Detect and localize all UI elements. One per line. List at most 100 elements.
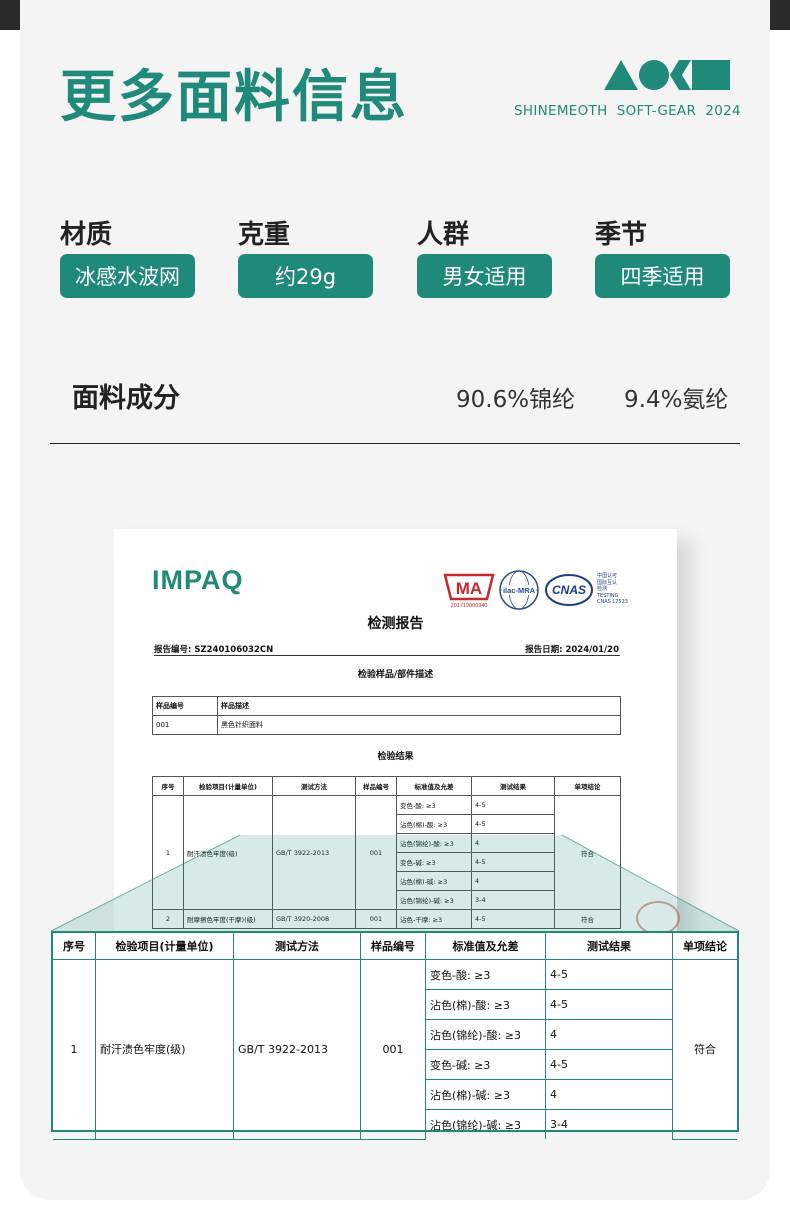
- row1-result: 3-4: [471, 890, 555, 910]
- ilac-mra-seal-icon: ilac-MRA: [499, 570, 539, 610]
- row1-no: 1: [152, 795, 184, 910]
- row1-method: GB/T 3922-2013: [272, 795, 356, 910]
- row2-item: 耐摩擦色牢度(干摩)(级): [183, 909, 273, 929]
- sample-id: 001: [152, 715, 218, 735]
- attr-label-material: 材质: [60, 220, 113, 250]
- zoom-row1-result: 4: [545, 1019, 673, 1050]
- report-date: 报告日期: 2024/01/20: [525, 645, 619, 655]
- row1-standard: 沾色(锦纶)-酸: ≥3: [396, 833, 472, 853]
- cma-mark-text: MA: [456, 579, 482, 598]
- zoomed-table: 序号 检验项目(计量单位) 测试方法 样品编号 标准值及允差 测试结果 单项结论…: [53, 933, 737, 1140]
- zoom-col-conclusion: 单项结论: [672, 933, 737, 960]
- test-report-document: IMPAQ MA 201719000940 ilac-MRA CNAS 中国认可…: [114, 529, 680, 939]
- red-stamp-icon: [636, 901, 680, 935]
- row2-standard: 沾色-干摩: ≥3: [396, 909, 472, 929]
- row1-standard: 沾色(棉)-酸: ≥3: [396, 814, 472, 834]
- composition-nylon: 90.6%锦纶: [456, 387, 576, 413]
- composition-spandex: 9.4%氨纶: [624, 387, 729, 413]
- sample-header-id: 样品编号: [152, 696, 218, 716]
- zoom-row1-result: 3-4: [545, 1109, 673, 1139]
- cnas-caption: 中国认可 国际互认 检测 TESTING CNAS L7523: [597, 573, 628, 606]
- zoom-col-method: 测试方法: [233, 933, 361, 960]
- zoom-row1-sample: 001: [360, 959, 426, 1140]
- zoom-col-sample: 样品编号: [360, 933, 426, 960]
- row2-no: 2: [152, 909, 184, 929]
- zoom-row1-result: 4-5: [545, 959, 673, 990]
- zoom-col-no: 序号: [53, 933, 96, 960]
- sample-desc: 黑色针织面料: [217, 715, 621, 735]
- cnas-caption-line: CNAS L7523: [597, 599, 628, 605]
- cma-number: 201719000940: [451, 603, 488, 609]
- attr-value-audience: 男女适用: [417, 254, 552, 298]
- cnas-seal-icon: CNAS: [545, 574, 593, 606]
- report-number: 报告编号: SZ240106032CN: [154, 645, 274, 655]
- attr-label-weight: 克重: [238, 220, 291, 250]
- col-sample: 样品编号: [355, 776, 397, 796]
- composition-label: 面料成分: [72, 383, 180, 414]
- zoom-row1-method: GB/T 3922-2013: [233, 959, 361, 1140]
- attr-label-season: 季节: [595, 220, 648, 250]
- col-method: 测试方法: [272, 776, 356, 796]
- sample-section-title: 检验样品/部件描述: [357, 670, 434, 680]
- row1-standard: 变色-碱: ≥3: [396, 852, 472, 872]
- zoomed-result-table: 序号 检验项目(计量单位) 测试方法 样品编号 标准值及允差 测试结果 单项结论…: [51, 931, 739, 1140]
- zoom-row1-result: 4-5: [545, 1049, 673, 1080]
- zoom-row1-no: 1: [53, 959, 96, 1140]
- report-title: 检测报告: [367, 616, 424, 632]
- col-conclusion: 单项结论: [554, 776, 621, 796]
- row1-conclusion: 符合: [554, 795, 621, 910]
- row1-result: 4: [471, 871, 555, 891]
- zoom-row1-standard: 沾色(锦纶)-碱: ≥3: [425, 1109, 546, 1139]
- zoom-row1-standard: 沾色(棉)-碱: ≥3: [425, 1079, 546, 1110]
- triangle-shape: [604, 60, 638, 90]
- row1-result: 4: [471, 833, 555, 853]
- attr-value-material: 冰感水波网: [60, 254, 195, 298]
- row1-result: 4-5: [471, 852, 555, 872]
- zoom-row1-standard: 变色-酸: ≥3: [425, 959, 546, 990]
- square-shape: [692, 60, 730, 90]
- row1-sample: 001: [355, 795, 397, 910]
- row1-standard: 变色-酸: ≥3: [396, 795, 472, 815]
- zoom-col-standard: 标准值及允差: [425, 933, 546, 960]
- row1-standard: 沾色(锦纶)-碱: ≥3: [396, 890, 472, 910]
- zoom-row1-result: 4: [545, 1079, 673, 1110]
- row1-item: 耐汗渍色牢度(级): [183, 795, 273, 910]
- sample-header-desc: 样品描述: [217, 696, 621, 716]
- result-table-small: 序号 检验项目(计量单位) 测试方法 样品编号 标准值及允差 测试结果 单项结论…: [152, 776, 621, 929]
- circle-shape: [639, 60, 669, 90]
- hexagon-shape: [670, 60, 691, 90]
- col-item: 检验项目(计量单位): [183, 776, 273, 796]
- zoom-col-item: 检验项目(计量单位): [95, 933, 234, 960]
- zoom-row1-item: 耐汗渍色牢度(级): [95, 959, 234, 1140]
- zoom-row1-standard: 沾色(锦纶)-酸: ≥3: [425, 1019, 546, 1050]
- row1-standard: 沾色(棉)-碱: ≥3: [396, 871, 472, 891]
- brand-name: SHINEMEOTH: [514, 103, 608, 119]
- row2-sample: 001: [355, 909, 397, 929]
- row2-result: 4-5: [471, 909, 555, 929]
- row2-method: GB/T 3920-2008: [272, 909, 356, 929]
- row1-result: 4-5: [471, 795, 555, 815]
- row1-result: 4-5: [471, 814, 555, 834]
- col-standard: 标准值及允差: [396, 776, 472, 796]
- col-result: 测试结果: [471, 776, 555, 796]
- zoom-col-result: 测试结果: [545, 933, 673, 960]
- ilac-mark-text: ilac-MRA: [503, 586, 536, 595]
- report-header-rule: [154, 655, 620, 656]
- brand-sub: SOFT-GEAR: [616, 103, 697, 119]
- zoom-row1-result: 4-5: [545, 989, 673, 1020]
- result-section-title: 检验结果: [377, 752, 414, 762]
- impaq-logo: IMPAQ: [152, 565, 244, 595]
- attr-value-season: 四季适用: [595, 254, 730, 298]
- brand-logo-shapes: [604, 60, 730, 90]
- zoom-row1-standard: 沾色(棉)-酸: ≥3: [425, 989, 546, 1020]
- brand-line: SHINEMEOTH SOFT-GEAR 2024: [514, 103, 741, 119]
- attr-value-weight: 约29g: [238, 254, 373, 298]
- cma-seal-icon: MA 201719000940: [443, 573, 495, 609]
- col-no: 序号: [152, 776, 184, 796]
- zoom-row1-conclusion: 符合: [672, 959, 737, 1140]
- zoom-row1-standard: 变色-碱: ≥3: [425, 1049, 546, 1080]
- sample-table: 样品编号 样品描述 001 黑色针织面料: [152, 696, 621, 735]
- attr-label-audience: 人群: [417, 220, 470, 250]
- row2-conclusion: 符合: [554, 909, 621, 929]
- brand-year: 2024: [705, 103, 741, 119]
